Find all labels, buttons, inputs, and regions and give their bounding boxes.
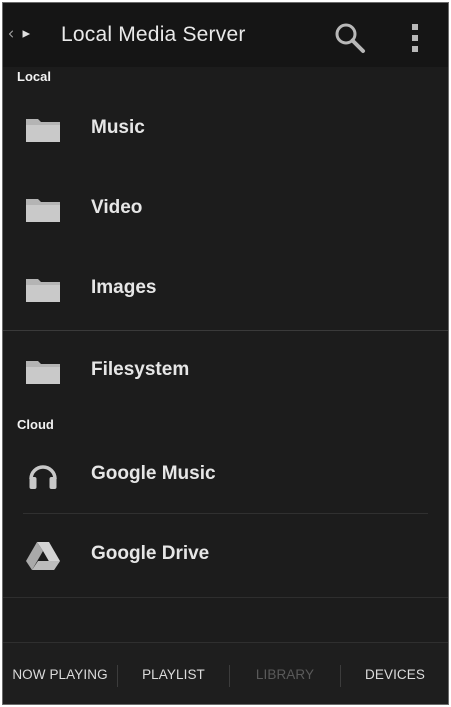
folder-icon	[26, 279, 60, 302]
list-item-label: Video	[91, 197, 143, 218]
divider	[3, 597, 448, 598]
list-item-images[interactable]: Images	[3, 249, 448, 329]
divider	[23, 513, 428, 514]
folder-icon	[26, 361, 60, 384]
tab-devices[interactable]: DEVICES	[341, 643, 448, 704]
list-item-label: Google Music	[91, 463, 216, 484]
list-item-music[interactable]: Music	[3, 89, 448, 169]
list-item-label: Filesystem	[91, 359, 190, 380]
overflow-menu-icon	[412, 24, 418, 52]
chevron-left-icon	[9, 30, 14, 38]
section-header-cloud: Cloud	[17, 417, 54, 432]
action-bar: Local Media Server	[3, 3, 448, 67]
google-drive-icon	[26, 542, 60, 570]
tab-now-playing[interactable]: NOW PLAYING	[3, 643, 117, 704]
bottom-tab-bar: NOW PLAYING PLAYLIST LIBRARY DEVICES	[3, 642, 448, 704]
list-item-label: Google Drive	[91, 543, 210, 564]
list-item-filesystem[interactable]: Filesystem	[3, 331, 448, 411]
headphones-icon	[29, 465, 57, 489]
list-item-video[interactable]: Video	[3, 169, 448, 249]
tab-library[interactable]: LIBRARY	[230, 643, 340, 704]
list-item-google-drive[interactable]: Google Drive	[3, 515, 448, 595]
app-window: Local Media Server Local Music Video Ima…	[2, 2, 449, 705]
list-item-label: Images	[91, 277, 157, 298]
folder-icon	[26, 119, 60, 142]
section-header-local: Local	[17, 69, 51, 84]
search-icon	[335, 23, 365, 53]
up-navigation-button[interactable]	[9, 21, 31, 47]
overflow-menu-button[interactable]	[401, 21, 429, 55]
tab-playlist[interactable]: PLAYLIST	[118, 643, 229, 704]
list-item-label: Music	[91, 117, 145, 138]
search-button[interactable]	[333, 21, 367, 55]
app-title: Local Media Server	[61, 23, 246, 46]
folder-icon	[26, 199, 60, 222]
list-item-google-music[interactable]: Google Music	[3, 435, 448, 515]
play-icon	[22, 30, 31, 38]
